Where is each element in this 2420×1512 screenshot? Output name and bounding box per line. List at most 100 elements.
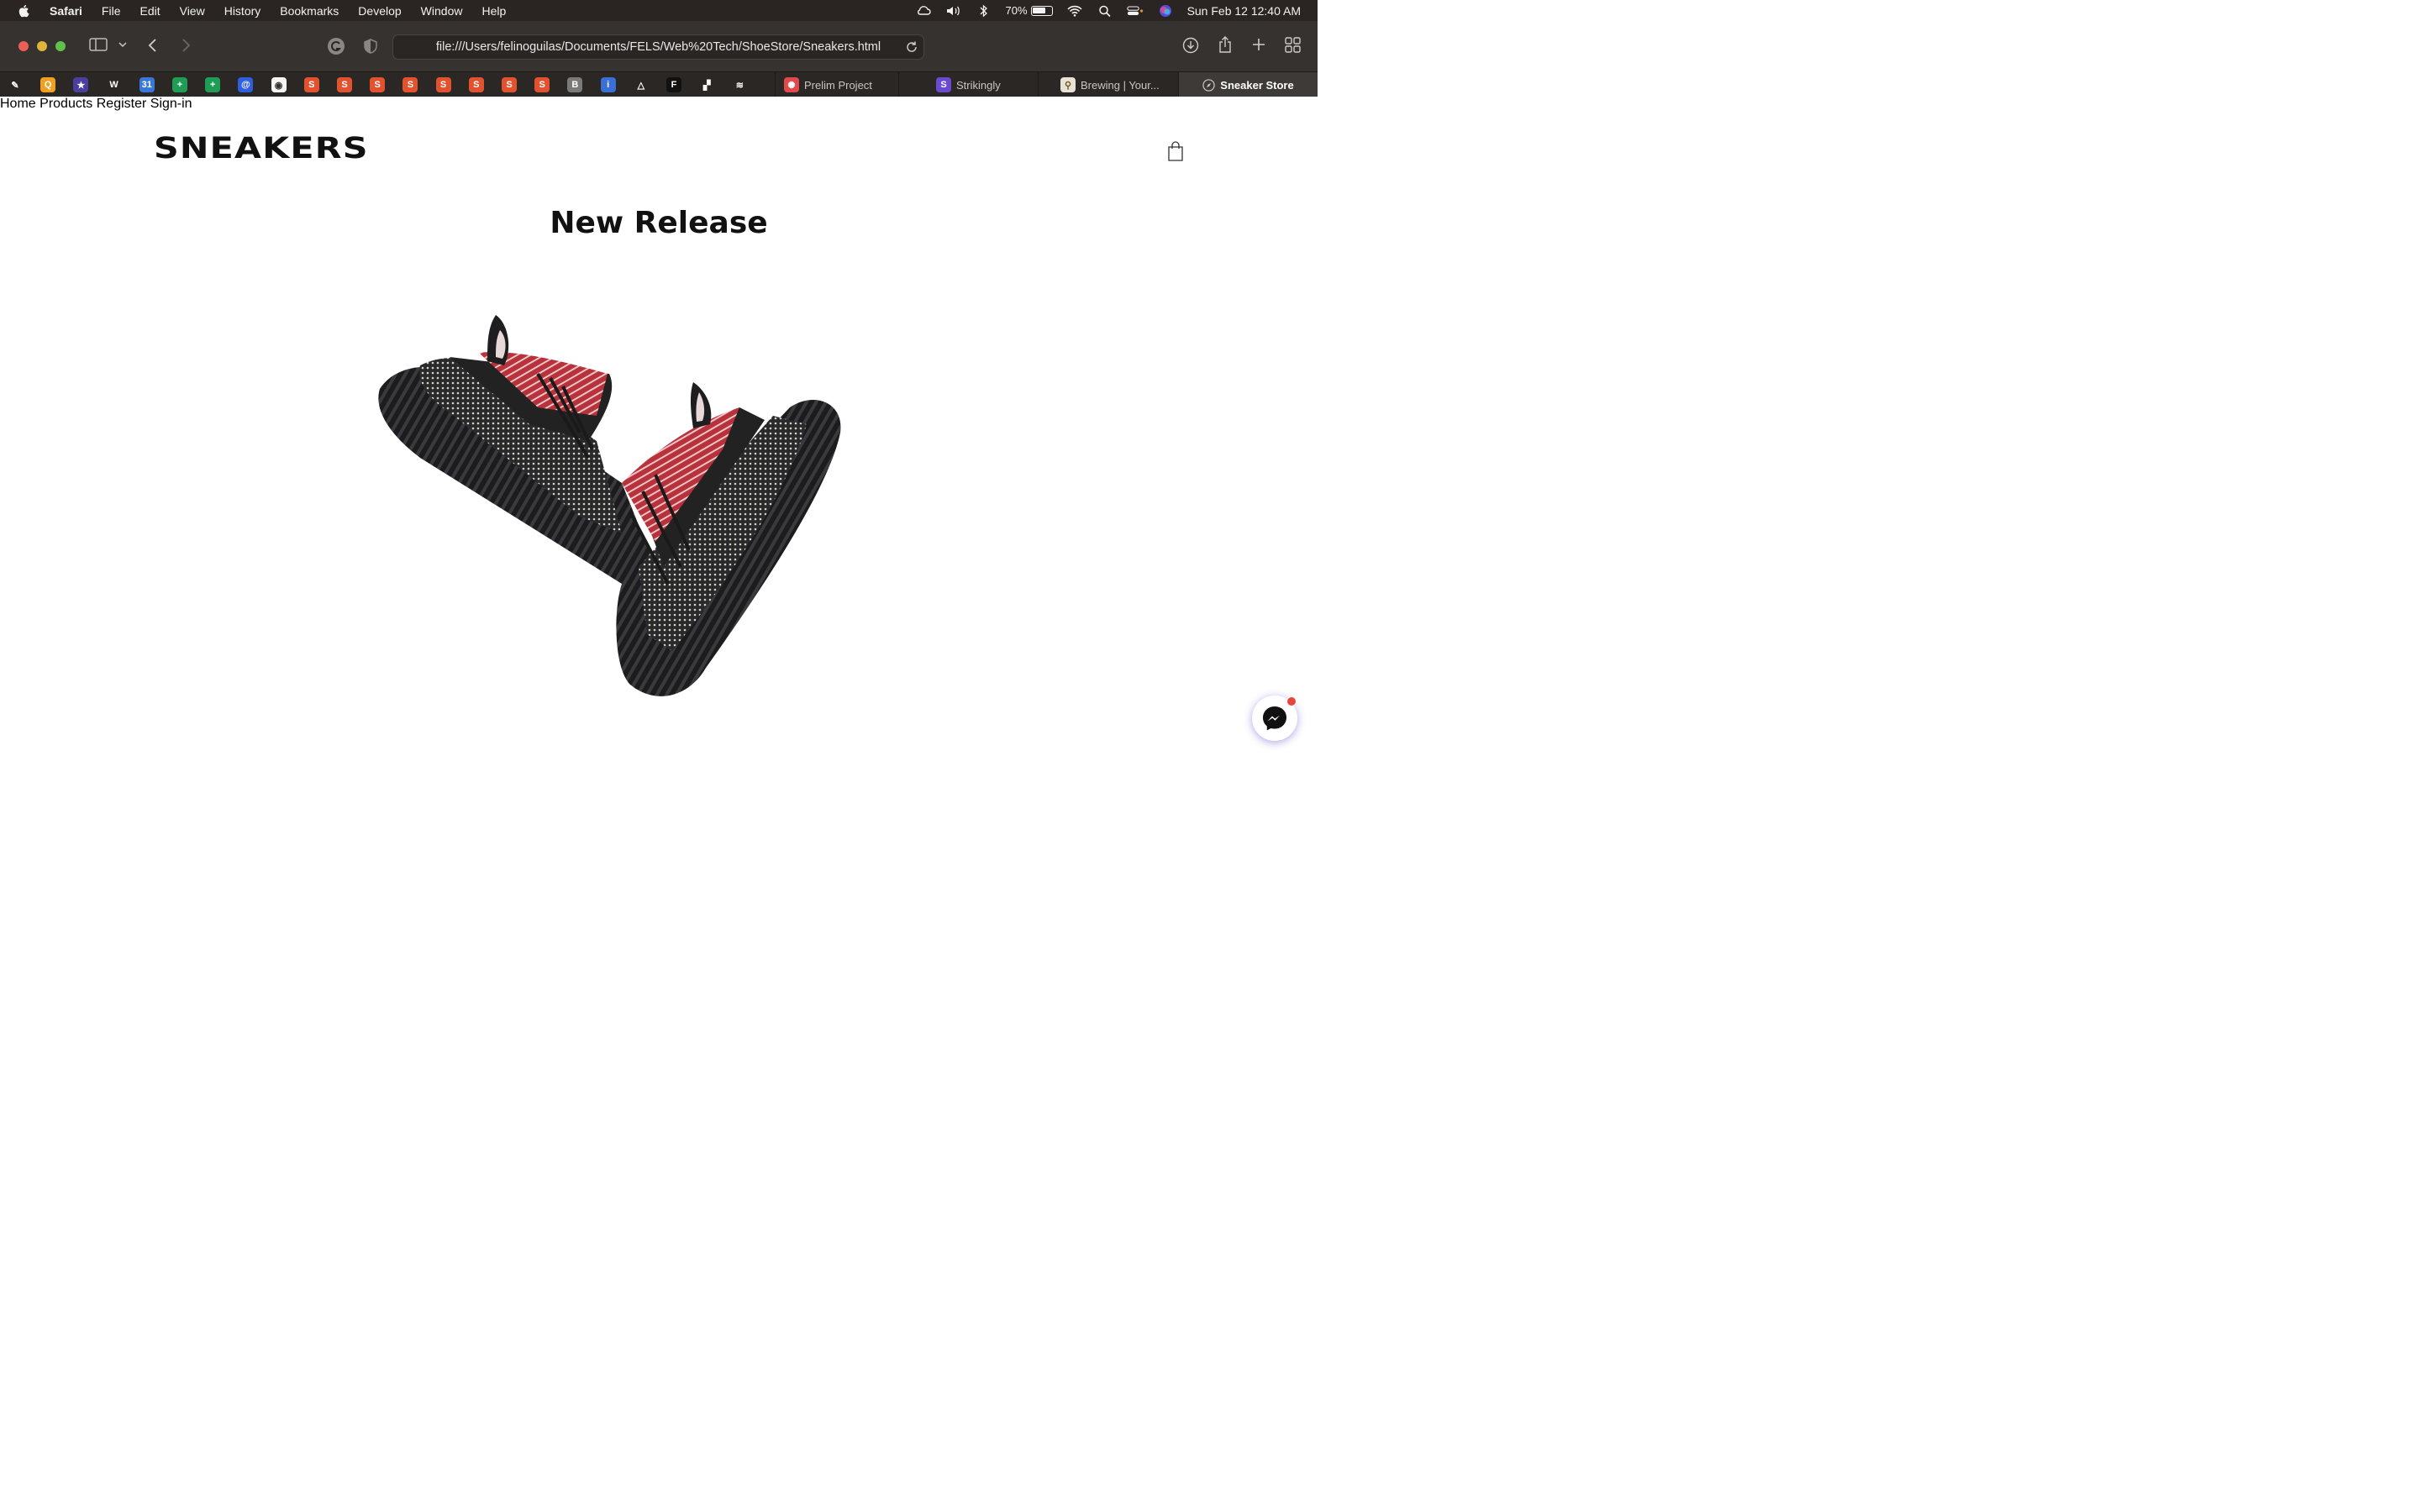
left-shoe	[378, 315, 658, 591]
meta-icon[interactable]: @	[238, 77, 254, 92]
window-zoom-button[interactable]	[55, 41, 66, 51]
back-button[interactable]	[146, 37, 160, 54]
brewing-icon: ⚲	[1060, 77, 1076, 92]
chevron-left-icon	[148, 39, 156, 52]
spotlight-search-icon[interactable]	[1097, 4, 1113, 18]
tab-bar: ✎ Q ★ W 31 + + @ ◉ S S S S S S S S Bi △ F ▞ ≋ ✺ Prelim Projec…	[0, 71, 1318, 97]
menu-develop[interactable]: Develop	[358, 4, 401, 18]
menu-file[interactable]: File	[102, 4, 121, 18]
download-icon	[1182, 37, 1199, 54]
shopee-icon[interactable]: S	[303, 77, 319, 92]
new-tab-button[interactable]	[1251, 37, 1266, 52]
tab-prelim-project[interactable]: ✺ Prelim Project	[775, 72, 898, 97]
share-icon	[1219, 36, 1231, 53]
tab-label: Prelim Project	[804, 78, 872, 92]
forward-button[interactable]	[179, 37, 192, 54]
hero-title: New Release	[550, 206, 768, 240]
tab-sneaker-store[interactable]: Sneaker Store	[1178, 72, 1318, 97]
nav-home[interactable]: Home	[0, 97, 36, 111]
menu-edit[interactable]: Edit	[139, 4, 160, 18]
shield-icon[interactable]: ◉	[271, 77, 287, 92]
menu-bookmarks[interactable]: Bookmarks	[280, 4, 339, 18]
w3-icon[interactable]: W	[106, 77, 122, 92]
chevron-right-icon	[182, 39, 191, 52]
shopee-icon[interactable]: S	[435, 77, 451, 92]
volume-icon[interactable]	[945, 4, 962, 18]
tab-label: Strikingly	[956, 78, 1001, 92]
battery-percent: 70%	[1005, 4, 1028, 17]
control-center-icon[interactable]	[1126, 4, 1144, 18]
share-button[interactable]	[1218, 35, 1233, 54]
macos-menubar: Safari File Edit View History Bookmarks …	[0, 0, 1318, 21]
shopee-icon[interactable]: S	[337, 77, 352, 92]
window-close-button[interactable]	[18, 41, 29, 51]
site-logo[interactable]: SNEAKERS	[154, 132, 369, 165]
menu-view[interactable]: View	[180, 4, 205, 18]
shopping-bag-icon[interactable]	[1167, 141, 1184, 161]
compass-icon	[1202, 78, 1215, 92]
shopee-icon[interactable]: S	[534, 77, 550, 92]
triangle-icon[interactable]: △	[633, 77, 649, 92]
shopee-icon[interactable]: S	[502, 77, 517, 92]
menu-help[interactable]: Help	[481, 4, 506, 18]
battery-status[interactable]: 70%	[1006, 4, 1053, 17]
tab-brewing[interactable]: ⚲ Brewing | Your...	[1038, 72, 1178, 97]
nav-products[interactable]: Products	[39, 97, 92, 111]
battery-icon	[1030, 5, 1053, 16]
grammarly-icon	[328, 38, 345, 55]
tab-overview-button[interactable]	[1285, 37, 1301, 53]
sheets-icon[interactable]: +	[172, 77, 187, 92]
chevron-down-icon	[118, 42, 127, 48]
url-text: file:///Users/felinoguilas/Documents/FEL…	[435, 40, 881, 54]
menubar-datetime[interactable]: Sun Feb 12 12:40 AM	[1187, 4, 1301, 18]
grammarly-extension-button[interactable]	[327, 37, 345, 55]
bluetooth-icon[interactable]	[976, 4, 992, 18]
blocks-icon[interactable]: ▞	[699, 77, 715, 92]
strikingly-icon: S	[936, 77, 951, 92]
nav-sign-in[interactable]: Sign-in	[150, 97, 192, 111]
info-icon[interactable]: i	[600, 77, 616, 92]
tab-label: Brewing | Your...	[1081, 78, 1160, 92]
right-shoe	[616, 382, 841, 696]
siri-icon[interactable]	[1157, 4, 1174, 18]
messenger-icon	[1263, 706, 1286, 731]
b-icon[interactable]: B	[567, 77, 583, 92]
sheets-icon[interactable]: +	[205, 77, 221, 92]
wifi-icon[interactable]	[1066, 4, 1083, 18]
menu-app-safari[interactable]: Safari	[50, 4, 82, 18]
window-minimize-button[interactable]	[37, 41, 47, 51]
shopee-icon[interactable]: S	[370, 77, 386, 92]
svh-icon[interactable]: ≋	[732, 77, 748, 92]
notification-badge	[1286, 696, 1297, 706]
menu-window[interactable]: Window	[421, 4, 463, 18]
browser-toolbar: file:///Users/felinoguilas/Documents/FEL…	[0, 21, 1318, 71]
feather-icon[interactable]: ✎	[8, 77, 23, 92]
sneaker-product-image[interactable]	[370, 315, 849, 710]
fw-icon[interactable]: F	[666, 77, 681, 92]
sidebar-icon	[89, 38, 108, 51]
q-icon[interactable]: Q	[40, 77, 56, 92]
shield-icon	[364, 39, 377, 54]
tab-label: Sneaker Store	[1220, 78, 1294, 92]
shopee-icon[interactable]: S	[402, 77, 418, 92]
tab-strikingly[interactable]: S Strikingly	[898, 72, 1038, 97]
creative-cloud-icon[interactable]	[915, 4, 932, 18]
prelim-icon: ✺	[784, 77, 799, 92]
sticker-icon[interactable]: ★	[73, 77, 89, 92]
nav-register[interactable]: Register	[97, 97, 147, 111]
address-bar[interactable]: file:///Users/felinoguilas/Documents/FEL…	[392, 34, 924, 60]
messenger-chat-button[interactable]	[1252, 696, 1297, 741]
privacy-report-button[interactable]	[363, 38, 378, 55]
apple-icon[interactable]	[18, 4, 31, 18]
downloads-button[interactable]	[1182, 37, 1199, 54]
battery-fill	[1033, 8, 1045, 13]
shopee-icon[interactable]: S	[468, 77, 484, 92]
sidebar-toggle-button[interactable]	[89, 37, 108, 52]
reload-icon[interactable]	[905, 40, 918, 54]
menu-history[interactable]: History	[224, 4, 261, 18]
tab-group-dropdown[interactable]	[118, 40, 128, 49]
plus-icon	[1253, 39, 1265, 50]
calendar-icon[interactable]: 31	[139, 77, 155, 92]
web-page: SNEAKERS Home Products Register Sign-in …	[0, 97, 1318, 823]
grid-icon	[1285, 37, 1301, 53]
